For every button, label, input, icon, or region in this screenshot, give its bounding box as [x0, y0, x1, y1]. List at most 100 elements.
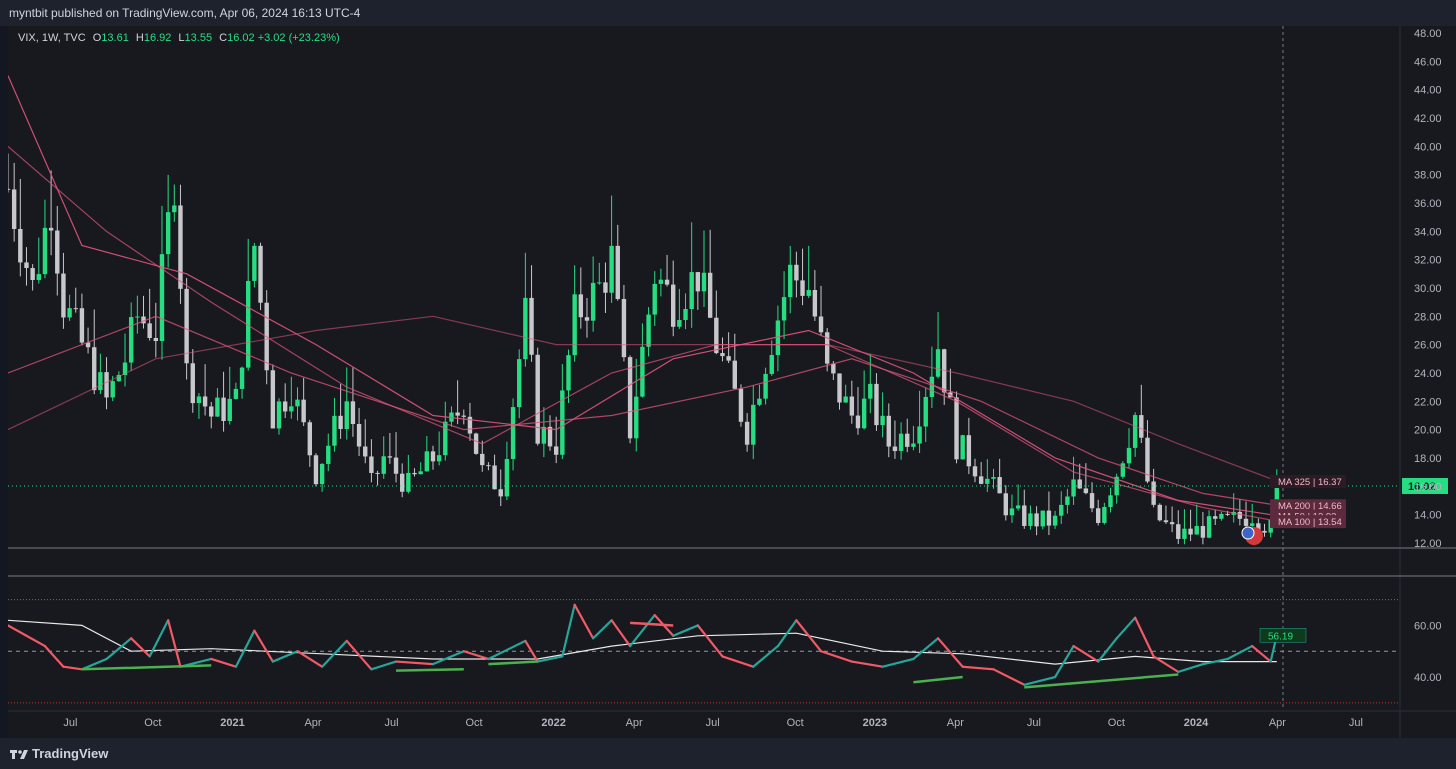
price-tick-label: 44.00 — [1414, 85, 1442, 97]
candle-body — [436, 455, 442, 462]
candle-body — [8, 188, 11, 190]
candle-body — [1034, 513, 1039, 527]
candle-body — [1163, 520, 1169, 523]
divergence-line — [81, 664, 212, 671]
candle-body — [1132, 415, 1138, 448]
candle-body — [769, 355, 774, 374]
candle-body — [966, 435, 972, 467]
candle-body — [486, 465, 491, 467]
candle-body — [615, 245, 620, 300]
price-tick-label: 48.00 — [1414, 28, 1442, 40]
candle-body — [1237, 511, 1243, 519]
candle-body — [1095, 508, 1101, 523]
brand-name[interactable]: TradingView — [32, 746, 108, 761]
candle-body — [461, 415, 466, 417]
rsi-segment — [1053, 644, 1075, 679]
rsi-segment — [961, 665, 995, 671]
candle-body — [627, 357, 633, 439]
price-tick-label: 36.00 — [1414, 198, 1442, 210]
candle-body — [640, 346, 645, 397]
rsi-signal-line — [8, 619, 1277, 665]
candle-body — [363, 446, 368, 457]
candle-body — [720, 353, 725, 357]
time-tick-label: Jul — [63, 717, 77, 729]
candle-body — [781, 297, 787, 321]
divergence-line — [396, 668, 464, 672]
candle-body — [812, 290, 818, 317]
candle-body — [1059, 504, 1064, 516]
rsi-segment — [721, 655, 755, 668]
candle-body — [61, 273, 66, 318]
candle-body — [1089, 493, 1095, 509]
time-tick-label: Jul — [385, 717, 399, 729]
candle-body — [1102, 506, 1107, 523]
candle-body — [313, 455, 319, 485]
divergence-line — [630, 621, 674, 627]
price-tick-label: 42.00 — [1414, 113, 1442, 125]
divergence-line — [913, 675, 963, 684]
candle-body — [344, 401, 349, 430]
rsi-segment — [610, 619, 632, 648]
rsi-segment — [561, 603, 576, 658]
candle-body — [110, 381, 115, 398]
candle-body — [664, 279, 670, 285]
ma-label: MA 325 | 16.37 — [1278, 477, 1342, 488]
candle-body — [42, 227, 48, 275]
rsi-segment — [25, 634, 47, 648]
candle-body — [683, 308, 688, 320]
candle-body — [597, 282, 602, 284]
candle-body — [707, 272, 713, 318]
candle-body — [165, 212, 171, 255]
rsi-segment — [462, 650, 490, 661]
candle-body — [671, 284, 676, 327]
time-tick-label: 2022 — [541, 717, 565, 729]
chart-frame[interactable]: 16.02MA 325 | 16.37MA 200 | 14.66MA 50 |… — [8, 26, 1456, 738]
candle-body — [831, 363, 836, 374]
rsi-segment — [672, 624, 699, 637]
candle-body — [190, 363, 195, 404]
candle-body — [868, 383, 873, 399]
price-tick-label: 16.00 — [1414, 481, 1442, 493]
candle-body — [270, 370, 276, 429]
candle-body — [541, 426, 547, 444]
rsi-segment — [1023, 675, 1057, 686]
rsi-segment — [850, 660, 884, 668]
rsi-segment — [1251, 644, 1272, 663]
candle-body — [892, 446, 898, 452]
candle-body — [73, 308, 78, 310]
candle-body — [18, 228, 23, 263]
time-tick-label: Apr — [947, 717, 964, 729]
candle-body — [227, 398, 232, 422]
candle-body — [1022, 505, 1027, 526]
candle-body — [578, 294, 584, 318]
candle-body — [282, 401, 288, 412]
candle-body — [258, 245, 263, 303]
candle-body — [1077, 479, 1082, 489]
candle-body — [917, 426, 922, 444]
candle-body — [695, 272, 701, 292]
divergence-line — [1024, 673, 1179, 689]
candle-body — [98, 372, 103, 391]
rsi-segment — [881, 657, 915, 668]
candle-body — [788, 264, 793, 298]
candle-body — [55, 230, 60, 274]
candle-body — [1015, 505, 1021, 509]
candle-body — [1176, 524, 1181, 539]
candle-body — [215, 397, 220, 417]
candle-body — [572, 294, 577, 356]
rsi-segment — [148, 619, 170, 658]
candle-body — [338, 415, 343, 430]
rsi-segment — [431, 650, 465, 666]
rsi-segment — [1072, 644, 1100, 663]
candle-body — [861, 398, 867, 429]
candle-body — [36, 274, 41, 280]
rsi-segment — [992, 668, 1026, 686]
candle-body — [1139, 415, 1144, 438]
candle-body — [978, 476, 984, 484]
price-chart[interactable]: 16.02MA 325 | 16.37MA 200 | 14.66MA 50 |… — [8, 26, 1456, 738]
candle-body — [350, 401, 356, 424]
candle-body — [221, 397, 226, 422]
candle-body — [147, 323, 152, 338]
divergence-line — [488, 660, 538, 666]
candle-body — [874, 383, 879, 426]
